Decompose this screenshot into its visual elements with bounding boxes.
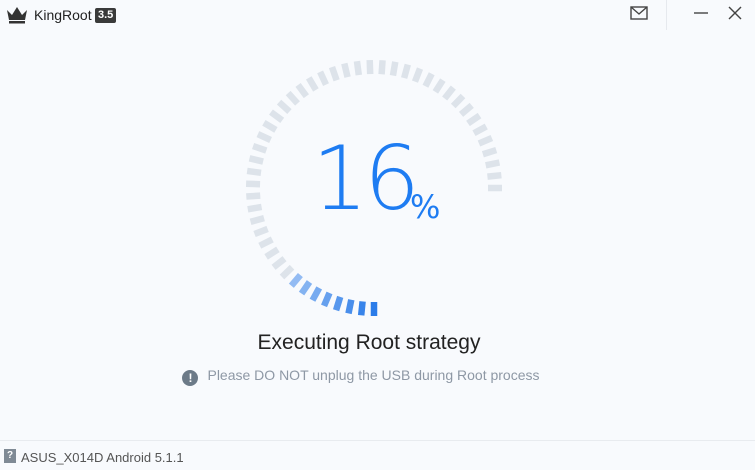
status-title: Executing Root strategy [257, 331, 481, 354]
usb-warning-text: Please DO NOT unplug the USB during Root… [207, 367, 540, 383]
mail-button[interactable] [624, 0, 654, 26]
exclamation-icon: ! [182, 370, 199, 386]
mail-icon [630, 6, 648, 20]
close-button[interactable] [720, 0, 750, 26]
app-name: KingRoot [34, 7, 92, 23]
title-bar: KingRoot 3.5 [0, 0, 755, 30]
minimize-icon [694, 12, 708, 14]
crown-icon [7, 7, 27, 24]
close-icon [728, 6, 742, 20]
status-bar: ? ASUS_X014D Android 5.1.1 [0, 441, 755, 470]
version-badge: 3.5 [95, 8, 117, 23]
percent-sign: % [410, 188, 441, 226]
device-info: ASUS_X014D Android 5.1.1 [21, 450, 184, 465]
minimize-button[interactable] [686, 0, 716, 26]
usb-warning: ! Please DO NOT unplug the USB during Roo… [0, 367, 722, 386]
progress-percent: 16 [312, 127, 420, 230]
titlebar-divider [666, 0, 667, 30]
progress-readout: 16 % [244, 58, 504, 318]
question-icon[interactable]: ? [4, 449, 16, 463]
